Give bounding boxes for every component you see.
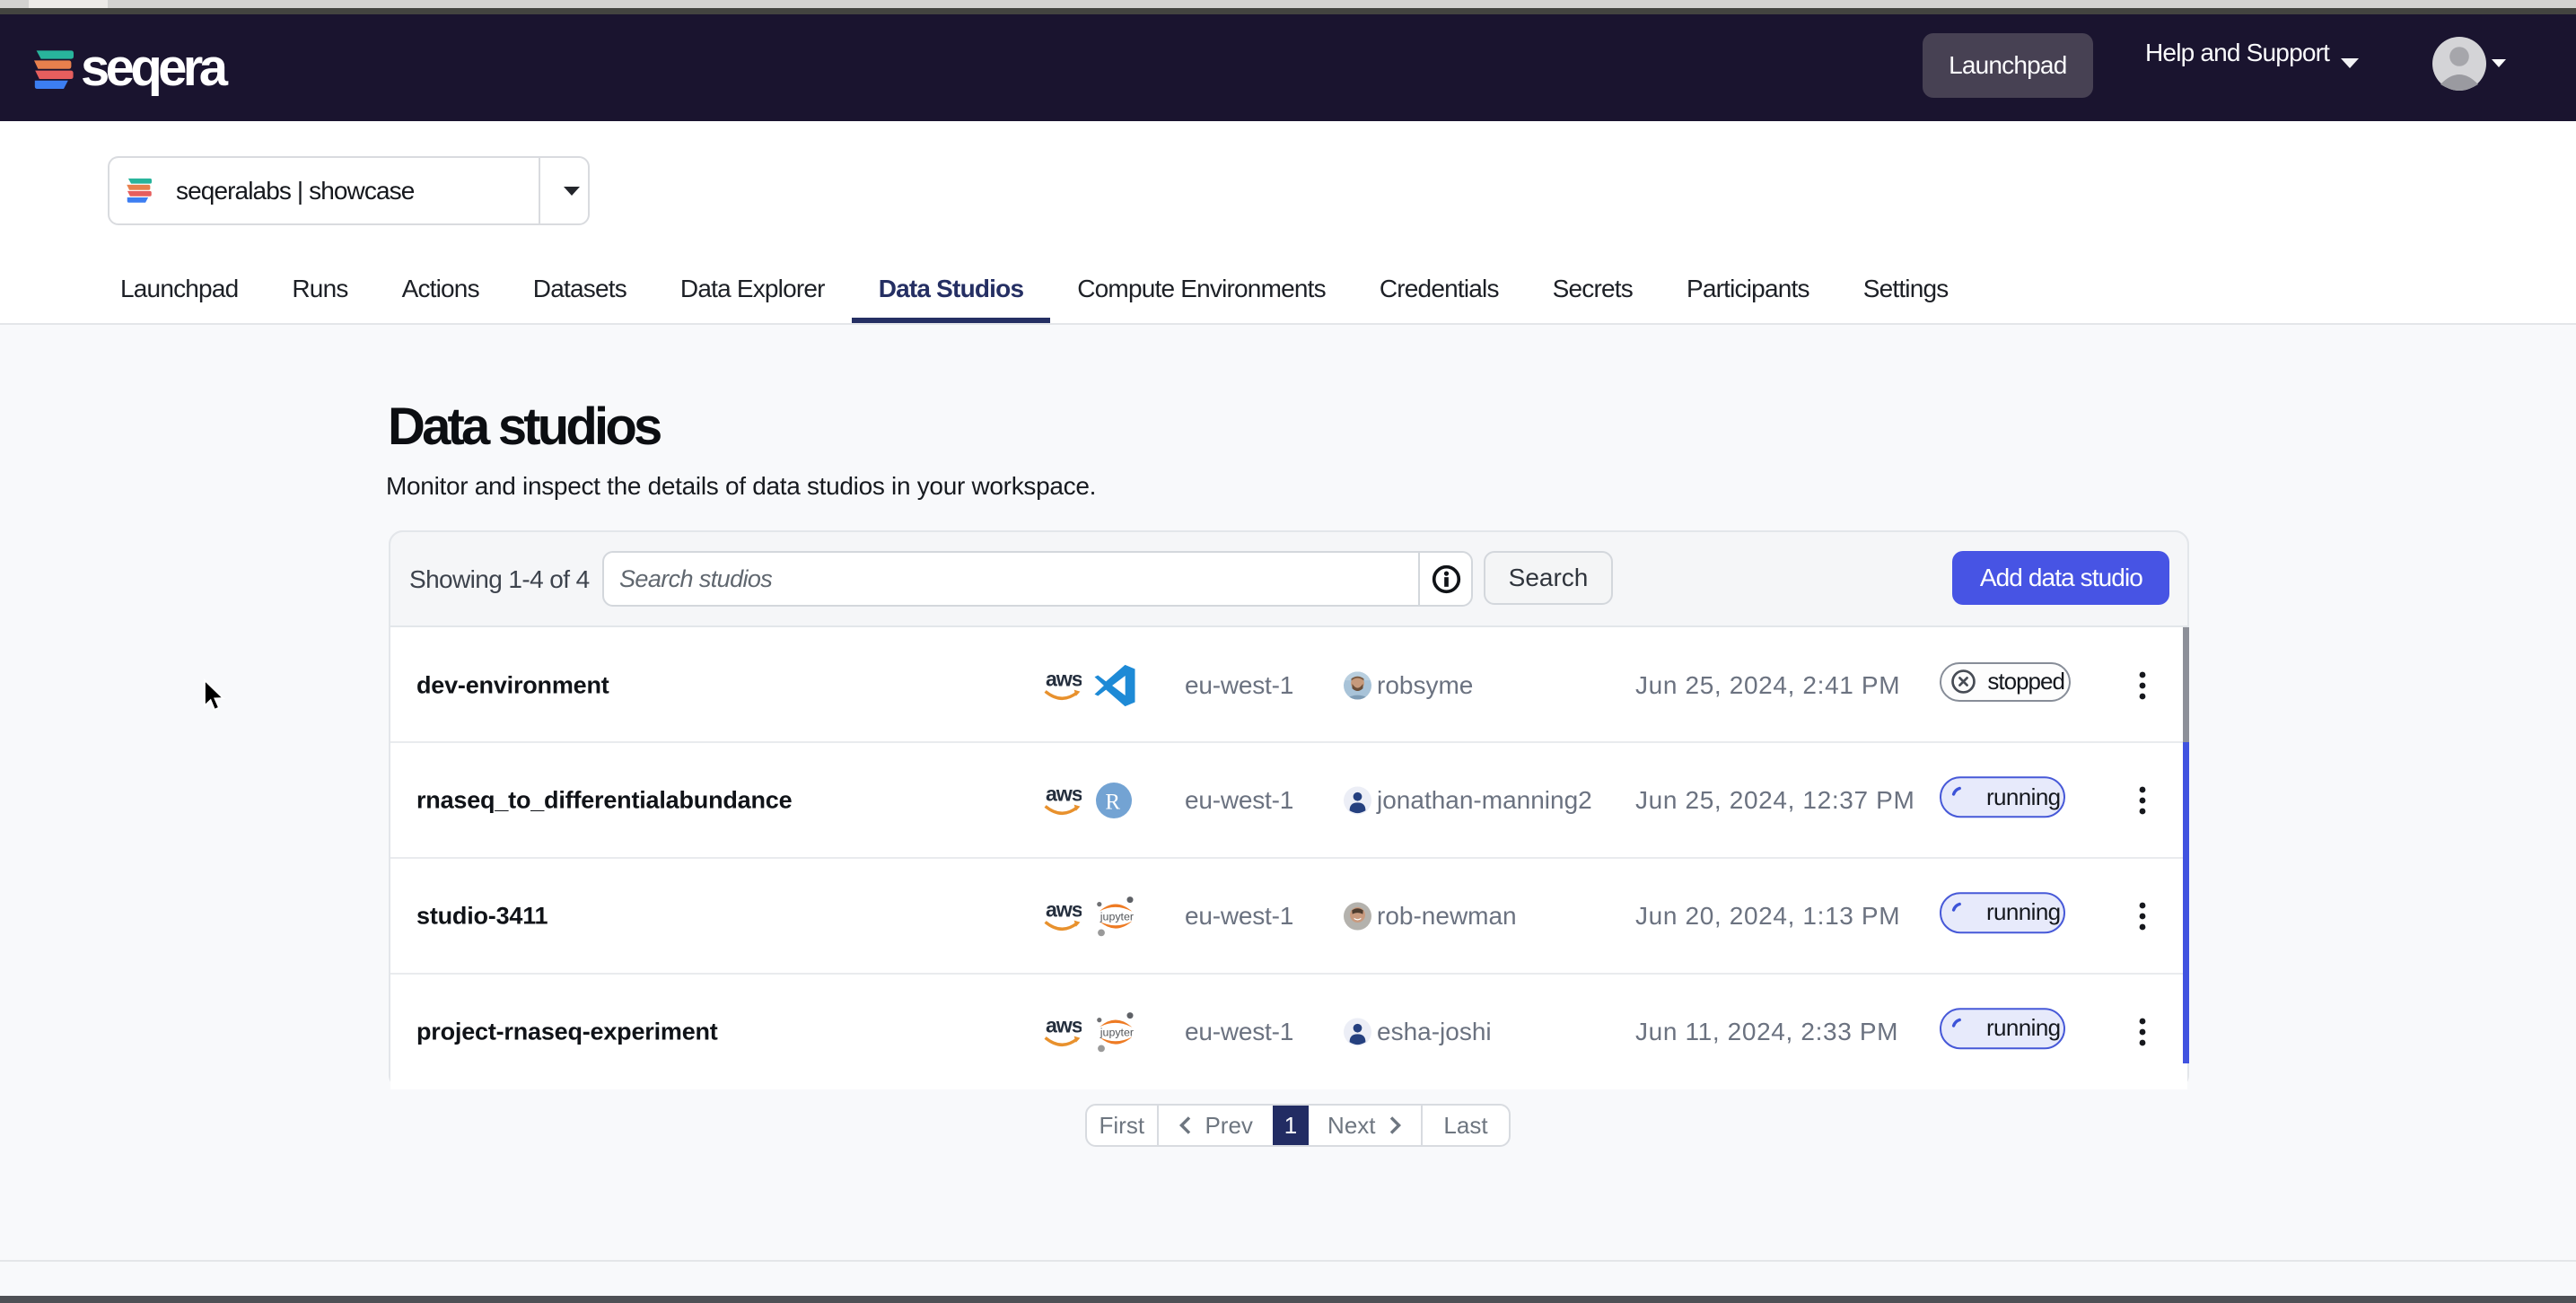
svg-text:R: R (1105, 791, 1120, 815)
svg-text:aws: aws (1046, 1014, 1082, 1036)
svg-text:aws: aws (1046, 668, 1082, 690)
svg-text:jupyter: jupyter (1100, 911, 1134, 923)
svg-text:aws: aws (1046, 898, 1082, 921)
svg-text:aws: aws (1046, 783, 1082, 805)
svg-text:jupyter: jupyter (1100, 1026, 1134, 1038)
